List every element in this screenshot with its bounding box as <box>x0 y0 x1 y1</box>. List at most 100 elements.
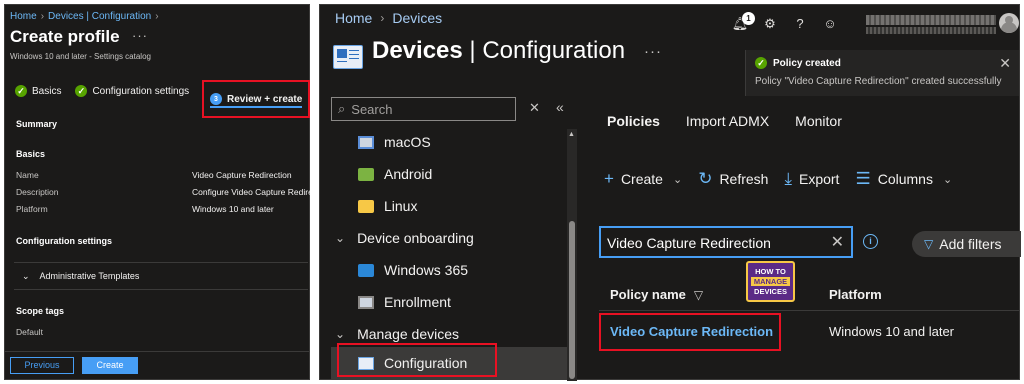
nav-item-label: macOS <box>384 134 431 150</box>
nav-item-macos[interactable]: macOS <box>331 127 567 157</box>
nav-group-label: Device onboarding <box>357 230 474 246</box>
scope-tag-value: Default <box>16 327 43 337</box>
download-icon: ⤓ <box>784 169 792 188</box>
name-value: Video Capture Redirection <box>192 170 292 180</box>
breadcrumb: Home › Devices | Configuration › <box>10 11 159 22</box>
nav-item-enrollment[interactable]: Enrollment <box>331 287 567 317</box>
toast-title-row: ✓ Policy created <box>755 57 841 69</box>
collapse-menu-icon[interactable]: « <box>556 99 564 115</box>
command-label: Refresh <box>719 171 769 187</box>
avatar[interactable] <box>999 13 1019 33</box>
platform-value: Windows 10 and later <box>192 204 274 214</box>
breadcrumb-home[interactable]: Home <box>335 10 372 26</box>
column-header-label: Platform <box>829 287 882 302</box>
more-options-button[interactable]: ··· <box>132 28 148 43</box>
breadcrumb-devices[interactable]: Devices <box>392 10 442 26</box>
android-icon <box>358 167 374 181</box>
nav-search-input[interactable]: ⌕ Search <box>331 97 516 121</box>
nav-item-linux[interactable]: Linux <box>331 191 567 221</box>
table-divider <box>599 310 1019 311</box>
logo-line: MANAGE <box>751 277 790 286</box>
policy-created-toast: ✓ Policy created Policy "Video Capture R… <box>745 50 1019 96</box>
refresh-button[interactable]: ↻ Refresh <box>698 169 768 189</box>
clear-search-icon[interactable]: ✕ <box>529 100 540 116</box>
create-profile-panel: Home › Devices | Configuration › Create … <box>4 4 310 380</box>
info-icon[interactable]: i <box>863 234 878 249</box>
notifications-bell-icon[interactable]: 🔔︎ 1 <box>731 12 755 33</box>
add-filters-button[interactable]: ▽ Add filters <box>912 231 1021 257</box>
filter-icon: ▽ <box>924 237 934 251</box>
close-icon[interactable]: ✕ <box>999 55 1011 72</box>
nav-group-label: Manage devices <box>357 326 460 342</box>
step-label: Review + create <box>227 93 303 105</box>
macos-icon <box>358 135 374 149</box>
create-button[interactable]: Create <box>82 357 138 374</box>
tab-monitor[interactable]: Monitor <box>795 113 842 129</box>
basics-heading: Basics <box>16 149 46 159</box>
check-circle-icon: ✓ <box>75 85 88 97</box>
notification-count-badge: 1 <box>742 12 755 25</box>
summary-heading: Summary <box>16 119 58 129</box>
check-circle-icon: ✓ <box>15 85 27 97</box>
page-title-bold: Devices <box>372 37 463 64</box>
tab-import-admx[interactable]: Import ADMX <box>686 113 769 129</box>
gear-icon[interactable]: ⚙ <box>761 15 779 33</box>
windows365-icon <box>358 263 374 277</box>
tab-bar: Policies Import ADMX Monitor <box>607 113 842 129</box>
step-review-create[interactable]: 3 Review + create <box>202 80 310 118</box>
column-header-policy-name[interactable]: Policy name ▽ <box>610 287 703 302</box>
administrative-templates-expander[interactable]: ⌄ Administrative Templates <box>14 262 308 290</box>
page-subtitle: Windows 10 and later - Settings catalog <box>10 52 151 61</box>
breadcrumb-home[interactable]: Home <box>10 11 37 22</box>
toast-title: Policy created <box>773 57 841 69</box>
chevron-right-icon: › <box>380 11 385 25</box>
filter-icon[interactable]: ▽ <box>694 288 703 302</box>
devices-configuration-panel: Home › Devices Devices | Configuration ·… <box>319 4 1021 381</box>
nav-item-label: Android <box>384 166 433 182</box>
configuration-page-icon <box>333 45 363 69</box>
breadcrumb-devices-configuration[interactable]: Devices | Configuration <box>48 11 151 22</box>
policy-search-input[interactable]: Video Capture Redirection ✕ <box>599 226 853 258</box>
configuration-settings-heading: Configuration settings <box>16 236 112 246</box>
page-title: Create profile <box>10 27 120 46</box>
toast-message: Policy "Video Capture Redirection" creat… <box>755 76 1002 87</box>
refresh-icon: ↻ <box>698 169 713 188</box>
help-icon[interactable]: ? <box>791 15 809 33</box>
plus-icon: + <box>604 169 614 188</box>
nav-scrollbar[interactable]: ▲ <box>567 129 577 381</box>
chevron-right-icon: › <box>155 11 159 22</box>
logo-line: DEVICES <box>754 287 787 296</box>
platform-label: Platform <box>16 204 48 214</box>
chevron-down-icon: ⌄ <box>335 327 346 341</box>
expander-label: Administrative Templates <box>39 271 140 281</box>
nav-item-label: Enrollment <box>384 294 451 310</box>
command-label: Columns <box>877 171 933 187</box>
clear-search-icon[interactable]: ✕ <box>831 232 844 252</box>
columns-icon: ☰ <box>855 169 871 188</box>
nav-item-android[interactable]: Android <box>331 159 567 189</box>
footer-bar: Previous Create <box>5 351 309 379</box>
nav-item-windows-365[interactable]: Windows 365 <box>331 255 567 285</box>
previous-button[interactable]: Previous <box>10 357 74 374</box>
column-header-platform[interactable]: Platform <box>829 287 882 302</box>
tab-policies[interactable]: Policies <box>607 113 660 129</box>
nav-group-device-onboarding[interactable]: ⌄ Device onboarding <box>331 223 567 253</box>
feedback-icon[interactable]: ☺ <box>821 15 839 33</box>
page-title-rest: | Configuration <box>462 37 626 64</box>
description-value: Configure Video Capture Redirection <box>192 187 310 197</box>
redacted-account-name <box>866 15 996 25</box>
logo-line: HOW TO <box>755 267 786 276</box>
screenshot-root: Home › Devices | Configuration › Create … <box>0 0 1024 384</box>
create-button[interactable]: + Create ⌄ <box>604 169 682 189</box>
step-basics[interactable]: ✓ Basics <box>15 85 61 97</box>
scroll-up-icon[interactable]: ▲ <box>568 131 575 138</box>
command-label: Create <box>620 171 663 187</box>
search-input-value: Video Capture Redirection <box>607 235 771 251</box>
command-label: Export <box>798 171 840 187</box>
columns-button[interactable]: ☰ Columns ⌄ <box>855 169 952 189</box>
step-configuration-settings[interactable]: ✓ Configuration settings <box>75 85 189 97</box>
scrollbar-thumb[interactable] <box>569 221 575 379</box>
chevron-down-icon: ⌄ <box>942 173 953 186</box>
export-button[interactable]: ⤓ Export <box>784 169 839 189</box>
more-options-button[interactable]: ··· <box>644 43 662 60</box>
